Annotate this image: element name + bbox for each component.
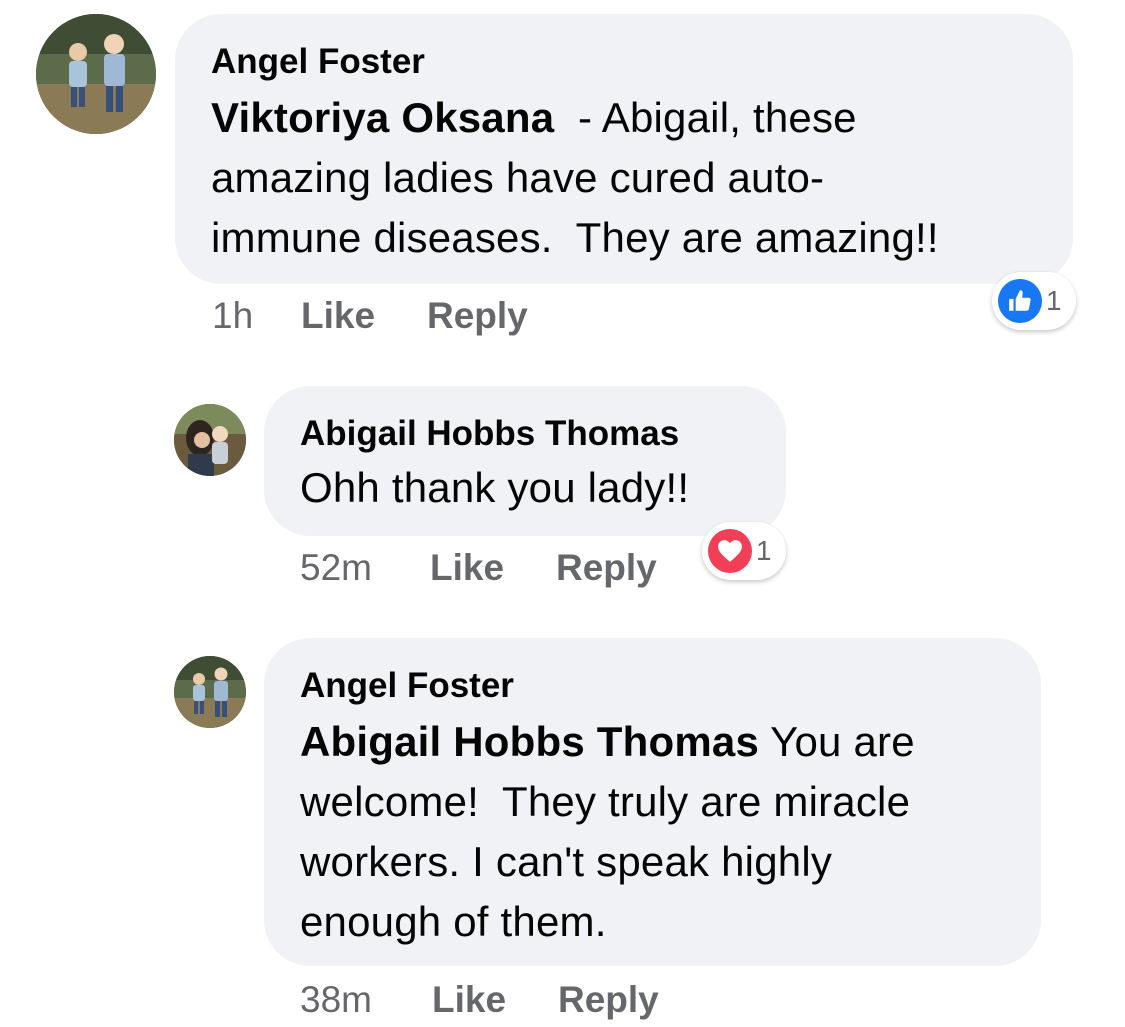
comment-author[interactable]: Abigail Hobbs Thomas [300, 412, 750, 456]
reaction-summary[interactable]: 1 [702, 522, 786, 580]
comment-author[interactable]: Angel Foster [211, 40, 1037, 84]
comment-text: Abigail Hobbs Thomas You are welcome! Th… [300, 712, 1005, 952]
comment-text-line: Ohh thank you lady!! [300, 464, 690, 511]
comment-text-line: - Abigail, these [554, 94, 857, 141]
like-button[interactable]: Like [432, 978, 506, 1022]
avatar[interactable] [174, 656, 246, 728]
comment-actions: 38m Like Reply [300, 978, 700, 1022]
reaction-count: 1 [756, 535, 772, 566]
avatar-photo-two-children [36, 14, 156, 134]
comment-bubble: Abigail Hobbs Thomas Ohh thank you lady!… [264, 386, 786, 536]
avatar[interactable] [36, 14, 156, 134]
comment-text-line: immune diseases. They are amazing!! [211, 214, 939, 261]
like-icon [998, 279, 1042, 323]
comment-actions: 52m Like Reply [300, 546, 700, 590]
comment-timestamp[interactable]: 1h [212, 294, 253, 338]
comment-text-line: workers. I can't speak highly [300, 838, 833, 885]
mention-link[interactable]: Viktoriya Oksana [211, 94, 554, 141]
comment-actions: 1h Like Reply [212, 294, 612, 338]
reply-button[interactable]: Reply [556, 546, 657, 590]
comment-text: Ohh thank you lady!! [300, 458, 750, 518]
like-button[interactable]: Like [430, 546, 504, 590]
comment-timestamp[interactable]: 52m [300, 546, 372, 590]
like-button[interactable]: Like [301, 294, 375, 338]
comment-text-line: amazing ladies have cured auto- [211, 154, 825, 201]
comment-text: Viktoriya Oksana - Abigail, these amazin… [211, 88, 1037, 268]
comment-timestamp[interactable]: 38m [300, 978, 372, 1022]
mention-link[interactable]: Abigail Hobbs Thomas [300, 718, 759, 765]
reply-button[interactable]: Reply [558, 978, 659, 1022]
comment-bubble: Angel Foster Abigail Hobbs Thomas You ar… [264, 638, 1041, 966]
reply-button[interactable]: Reply [427, 294, 528, 338]
avatar-photo-two-children [174, 656, 246, 728]
comment-bubble: Angel Foster Viktoriya Oksana - Abigail,… [175, 14, 1073, 284]
comment-text-line: welcome! They truly are miracle [300, 778, 911, 825]
love-icon [708, 529, 752, 573]
avatar-photo-mother-and-child [174, 404, 246, 476]
reaction-summary[interactable]: 1 [992, 272, 1076, 330]
comment-text-line: enough of them. [300, 898, 607, 945]
comment-text-line: You are [759, 718, 915, 765]
comment-author[interactable]: Angel Foster [300, 664, 1005, 708]
reaction-count: 1 [1046, 285, 1062, 316]
avatar[interactable] [174, 404, 246, 476]
